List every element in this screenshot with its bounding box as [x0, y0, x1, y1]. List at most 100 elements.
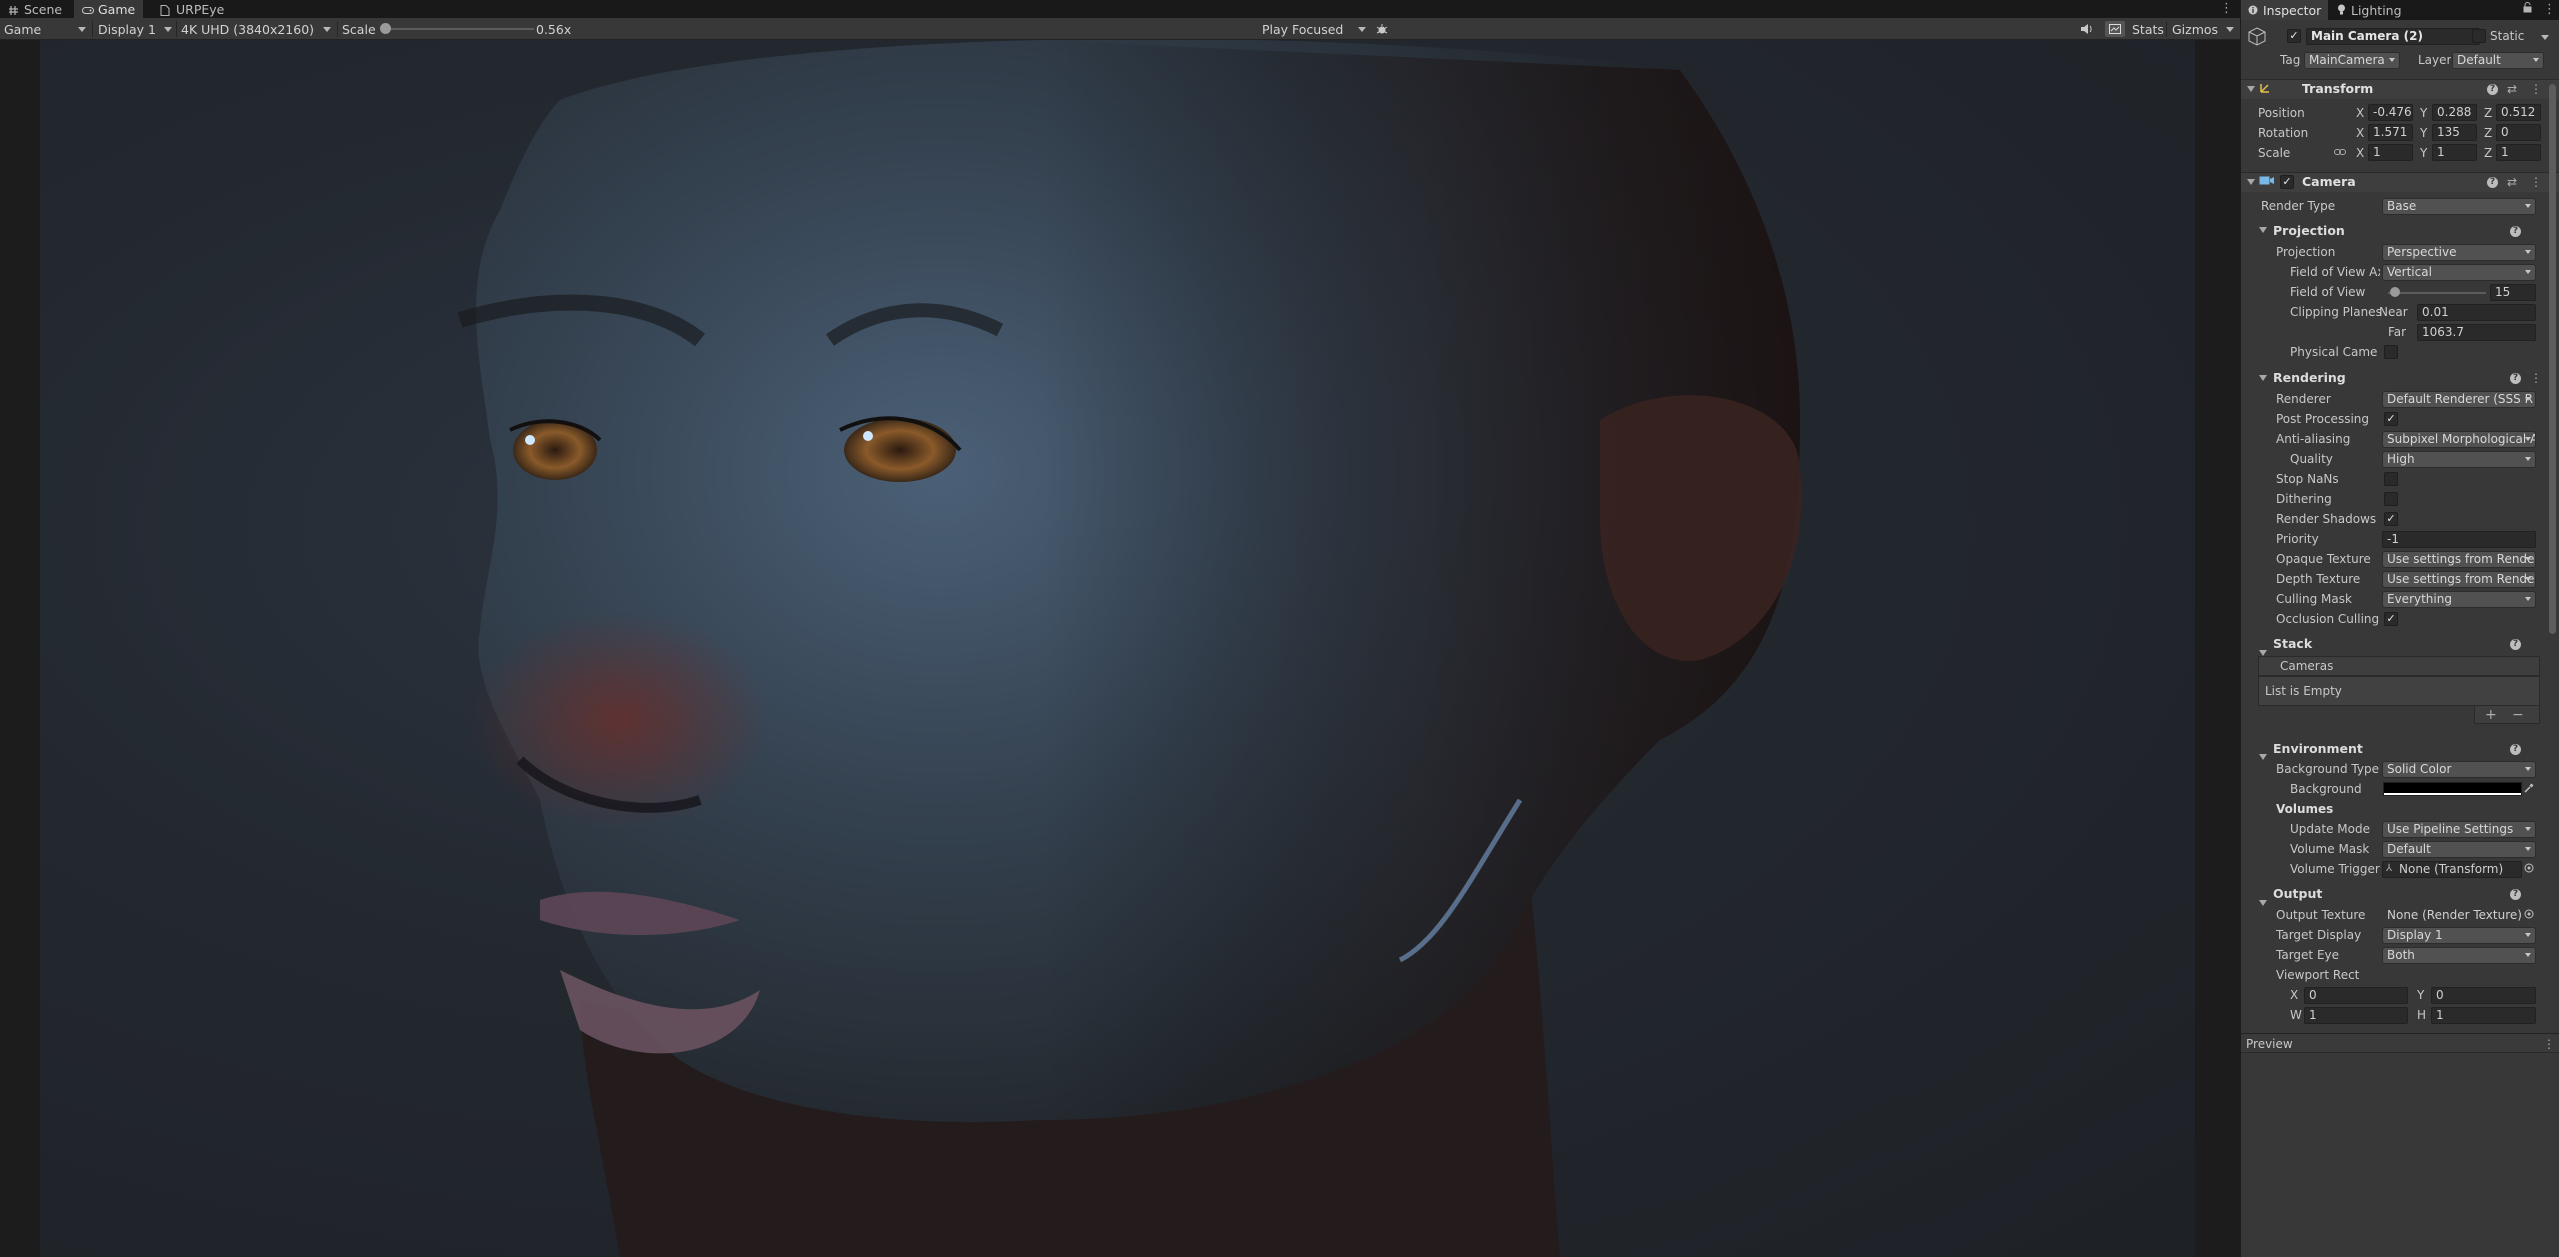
tab-lighting[interactable]: Lighting: [2330, 0, 2409, 20]
game-view[interactable]: [0, 40, 2240, 1257]
volume-mask-dropdown[interactable]: Default: [2382, 841, 2536, 858]
fold-arrow-icon[interactable]: [2247, 86, 2255, 92]
camera-enabled-checkbox[interactable]: ✓: [2280, 175, 2294, 189]
post-processing-checkbox[interactable]: ✓: [2384, 412, 2398, 426]
rotation-z-field[interactable]: 0: [2496, 124, 2541, 141]
target-display-dropdown[interactable]: Display 1: [2382, 927, 2536, 944]
projection-section-title[interactable]: Projection: [2273, 222, 2345, 240]
stack-section-title[interactable]: Stack: [2273, 635, 2312, 653]
active-checkbox[interactable]: ✓: [2287, 29, 2301, 43]
update-mode-dropdown[interactable]: Use Pipeline Settings: [2382, 821, 2536, 838]
tab-inspector[interactable]: Inspector: [2241, 0, 2329, 20]
object-picker-icon[interactable]: [2524, 860, 2534, 878]
render-type-dropdown[interactable]: Base: [2382, 198, 2536, 215]
tab-game[interactable]: Game: [74, 0, 144, 18]
viewport-y-field[interactable]: 0: [2431, 987, 2536, 1004]
static-checkbox[interactable]: [2472, 29, 2486, 43]
add-icon[interactable]: +: [2485, 706, 2497, 724]
fold-arrow-icon[interactable]: [2259, 900, 2267, 906]
physical-camera-checkbox[interactable]: [2384, 345, 2398, 359]
occlusion-culling-checkbox[interactable]: ✓: [2384, 612, 2398, 626]
stop-nans-checkbox[interactable]: [2384, 472, 2398, 486]
preview-header[interactable]: Preview ⋮: [2241, 1033, 2559, 1053]
help-icon[interactable]: ?: [2510, 373, 2521, 384]
quality-dropdown[interactable]: High: [2382, 451, 2536, 468]
position-y-field[interactable]: 0.288: [2432, 104, 2477, 121]
tab-scene[interactable]: Scene: [0, 0, 70, 18]
inspector-scrollbar[interactable]: [2548, 24, 2557, 1024]
component-menu-icon[interactable]: ⋮: [2530, 80, 2542, 98]
scale-y-field[interactable]: 1: [2432, 144, 2477, 161]
priority-field[interactable]: -1: [2382, 531, 2536, 548]
layer-dropdown[interactable]: Default: [2452, 52, 2544, 69]
background-color-swatch[interactable]: [2383, 782, 2522, 796]
background-type-dropdown[interactable]: Solid Color: [2382, 761, 2536, 778]
help-icon[interactable]: ?: [2510, 226, 2521, 237]
speaker-icon[interactable]: [2080, 18, 2093, 40]
viewport-h-field[interactable]: 1: [2431, 1007, 2536, 1024]
anti-aliasing-dropdown[interactable]: Subpixel Morphological A: [2382, 431, 2536, 448]
rotation-x-field[interactable]: 1.571: [2368, 124, 2413, 141]
scrollbar-thumb[interactable]: [2549, 84, 2556, 634]
preview-menu-icon[interactable]: ⋮: [2543, 1035, 2555, 1053]
output-section-title[interactable]: Output: [2273, 885, 2322, 903]
culling-mask-dropdown[interactable]: Everything: [2382, 591, 2536, 608]
volume-trigger-field[interactable]: None (Transform): [2382, 861, 2522, 878]
help-icon[interactable]: ?: [2510, 744, 2521, 755]
game-more-icon[interactable]: ⋮: [2220, 0, 2233, 18]
opaque-texture-dropdown[interactable]: Use settings from Rende: [2382, 551, 2536, 568]
scale-x-field[interactable]: 1: [2368, 144, 2413, 161]
fov-field[interactable]: 15: [2490, 284, 2536, 301]
scale-slider-thumb[interactable]: [380, 23, 391, 34]
viewport-w-field[interactable]: 1: [2304, 1007, 2408, 1024]
presets-icon[interactable]: ⇄: [2507, 173, 2517, 191]
fov-slider[interactable]: [2388, 292, 2486, 294]
fold-arrow-icon[interactable]: [2259, 227, 2267, 233]
fov-axis-dropdown[interactable]: Vertical: [2382, 264, 2536, 281]
environment-section-title[interactable]: Environment: [2273, 740, 2363, 758]
eyedropper-icon[interactable]: [2524, 780, 2534, 798]
rotation-y-field[interactable]: 135: [2432, 124, 2477, 141]
inspector-more-icon[interactable]: ⋮: [2543, 1, 2556, 19]
frame-debugger-icon[interactable]: [2105, 21, 2125, 37]
tag-dropdown[interactable]: MainCamera: [2304, 52, 2400, 69]
help-icon[interactable]: ?: [2510, 889, 2521, 900]
position-z-field[interactable]: 0.512: [2496, 104, 2541, 121]
fold-arrow-icon[interactable]: [2247, 179, 2255, 185]
scale-z-field[interactable]: 1: [2496, 144, 2541, 161]
depth-texture-dropdown[interactable]: Use settings from Rende: [2382, 571, 2536, 588]
presets-icon[interactable]: ⇄: [2507, 80, 2517, 98]
bug-icon[interactable]: [1376, 18, 1388, 40]
stats-button[interactable]: Stats: [2132, 18, 2164, 40]
position-x-field[interactable]: -0.476: [2368, 104, 2413, 121]
viewport-x-field[interactable]: 0: [2304, 987, 2408, 1004]
projection-dropdown[interactable]: Perspective: [2382, 244, 2536, 261]
far-field[interactable]: 1063.7: [2417, 324, 2536, 341]
tab-urpeye[interactable]: URPEye: [152, 0, 232, 18]
rendering-section-title[interactable]: Rendering: [2273, 369, 2346, 387]
object-name-field[interactable]: Main Camera (2): [2306, 28, 2480, 45]
object-picker-icon[interactable]: [2524, 906, 2534, 924]
section-menu-icon[interactable]: ⋮: [2530, 369, 2542, 387]
help-icon[interactable]: ?: [2510, 639, 2521, 650]
target-eye-dropdown[interactable]: Both: [2382, 947, 2536, 964]
scale-slider[interactable]: [384, 28, 534, 30]
play-mode-dropdown[interactable]: Play Focused: [1262, 18, 1366, 40]
resolution-dropdown[interactable]: 4K UHD (3840x2160): [181, 18, 331, 40]
help-icon[interactable]: ?: [2487, 84, 2498, 95]
view-mode-dropdown[interactable]: Game: [4, 18, 86, 40]
help-icon[interactable]: ?: [2487, 177, 2498, 188]
lock-icon[interactable]: [2523, 1, 2532, 19]
fold-arrow-icon[interactable]: [2259, 754, 2267, 760]
near-field[interactable]: 0.01: [2417, 304, 2536, 321]
dithering-checkbox[interactable]: [2384, 492, 2398, 506]
fold-arrow-icon[interactable]: [2259, 375, 2267, 381]
fov-slider-thumb[interactable]: [2390, 287, 2400, 297]
component-menu-icon[interactable]: ⋮: [2530, 173, 2542, 191]
render-shadows-checkbox[interactable]: ✓: [2384, 512, 2398, 526]
display-dropdown[interactable]: Display 1: [98, 18, 172, 40]
link-icon[interactable]: [2334, 144, 2346, 162]
renderer-dropdown[interactable]: Default Renderer (SSS R: [2382, 391, 2536, 408]
gizmos-dropdown[interactable]: Gizmos: [2172, 18, 2234, 40]
output-texture-field[interactable]: None (Render Texture): [2382, 907, 2522, 924]
